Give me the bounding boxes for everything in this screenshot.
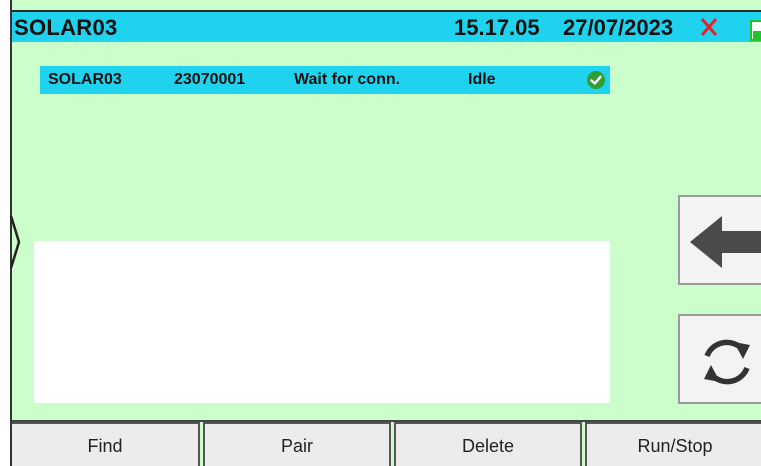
back-button[interactable] xyxy=(678,195,761,285)
arrow-left-icon xyxy=(690,216,761,268)
green-check-icon xyxy=(587,71,605,89)
clock-date: 27/07/2023 xyxy=(563,15,674,40)
delete-button[interactable]: Delete xyxy=(394,422,582,466)
run-stop-button[interactable]: Run/Stop xyxy=(585,422,761,466)
content-panel xyxy=(34,241,610,403)
battery-icon xyxy=(750,20,761,41)
clock-time: 15.17.05 xyxy=(454,15,540,40)
device-connection-status: Wait for conn. xyxy=(294,71,401,88)
refresh-icon xyxy=(704,339,750,385)
device-state: Idle xyxy=(468,71,496,88)
pair-button[interactable]: Pair xyxy=(203,422,391,466)
page-title: SOLAR03 xyxy=(14,15,118,40)
find-button[interactable]: Find xyxy=(12,422,200,466)
refresh-button[interactable] xyxy=(678,314,761,404)
device-name: SOLAR03 xyxy=(48,71,122,88)
red-x-icon[interactable] xyxy=(698,16,720,38)
bottom-toolbar: Find Pair Delete Run/Stop xyxy=(12,420,761,466)
chevron-right-icon[interactable] xyxy=(8,214,22,270)
device-list-item[interactable]: SOLAR03 23070001 Wait for conn. Idle xyxy=(40,66,610,94)
title-bar: SOLAR03 15.17.05 27/07/2023 xyxy=(12,10,761,42)
device-serial: 23070001 xyxy=(174,71,246,88)
instrument-screen: SOLAR03 15.17.05 27/07/2023 SOLAR03 2307… xyxy=(8,0,761,466)
